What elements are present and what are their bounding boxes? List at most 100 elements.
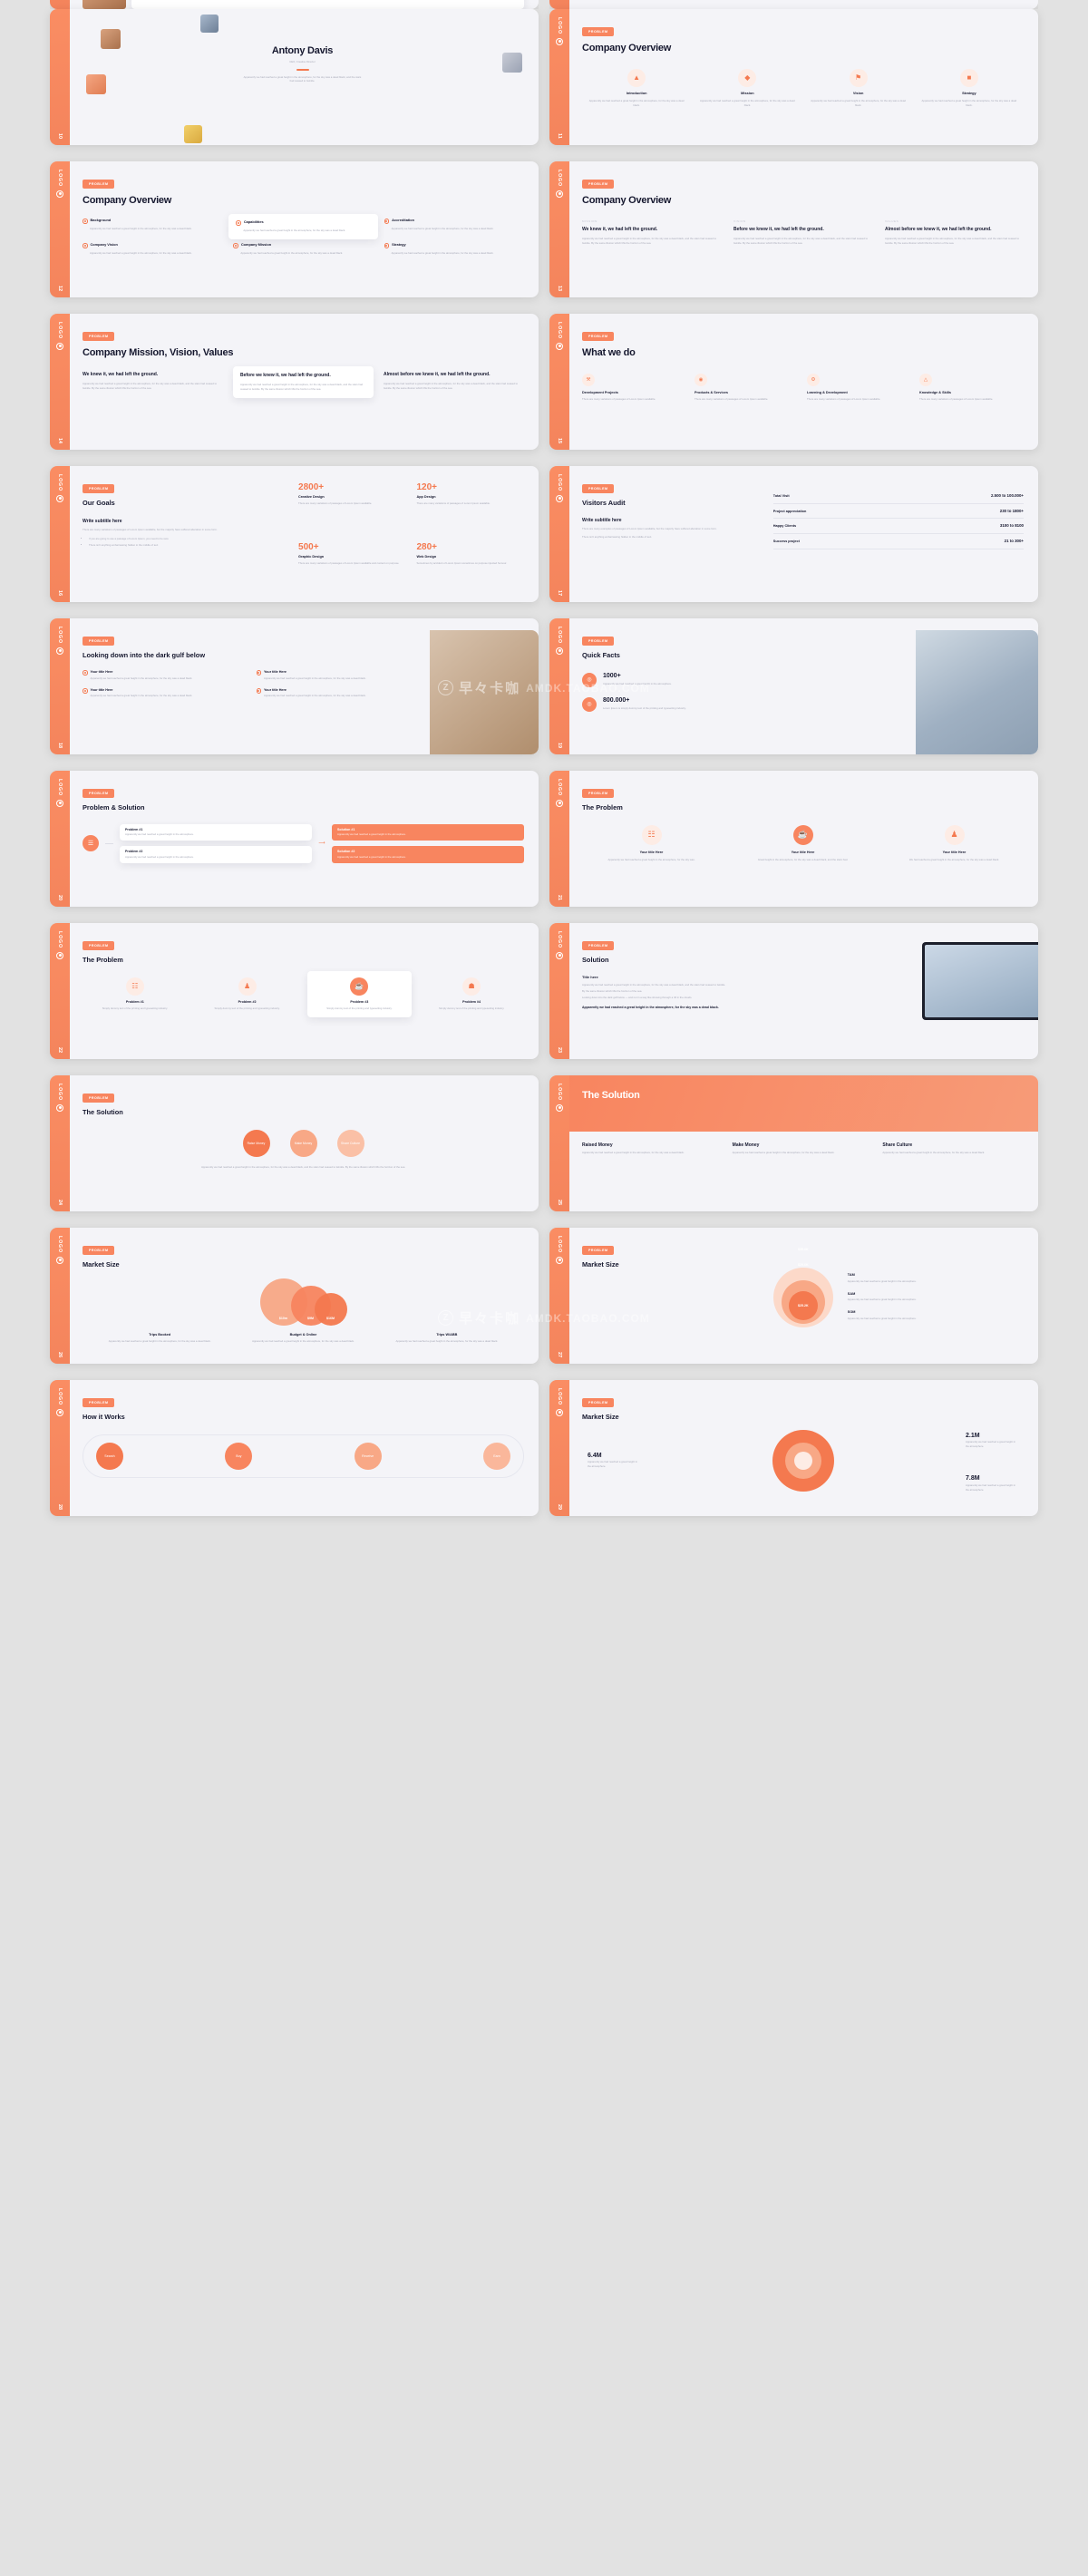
- slide[interactable]: LOGO 15 PROBLEM What we do ⚒ Development …: [549, 314, 1038, 450]
- overview-item[interactable]: ◆ Mission Apparently we had reached a gr…: [696, 68, 798, 108]
- logo-mark-icon: [56, 1256, 63, 1264]
- radial-chart[interactable]: 2.1M Apparently we had reached a great h…: [582, 1427, 1024, 1494]
- audit-row-value: 21 to 300+: [1004, 539, 1024, 544]
- problem-icon: ♟: [944, 824, 965, 845]
- feature-item[interactable]: Your title Here Apparently we had reache…: [83, 670, 248, 681]
- feature-item[interactable]: Your title Here Apparently we had reache…: [83, 688, 248, 699]
- audit-row: Total Visit 2.500 to 100.000+: [772, 489, 1024, 504]
- stat-label: Creative Design: [298, 495, 325, 499]
- solution-bubble[interactable]: Raise Money: [242, 1129, 270, 1157]
- slide[interactable]: LOGO 11 PROBLEM Company Overview ▲ Introd…: [549, 9, 1038, 145]
- problem-item[interactable]: ☕ Your title Here Great height in the at…: [733, 824, 872, 862]
- donut-chart[interactable]: $25.2K $35.6K $29.6K: [770, 1239, 837, 1355]
- slide[interactable]: LOGO 20 PROBLEM Problem & Solution ☰ Prob…: [50, 771, 539, 907]
- overview-item[interactable]: ■ Strategy Apparently we had reached a g…: [918, 68, 1020, 108]
- bullet-item[interactable]: Strategy Apparently we had reached a gre…: [384, 242, 524, 256]
- intro-icon: ▲: [627, 68, 646, 87]
- overview-item-desc: Apparently we had reached a great height…: [811, 98, 906, 107]
- logo-mark-icon: [556, 190, 563, 198]
- problem-item[interactable]: ☗ Problem #4 Simply dummy text of the pr…: [419, 977, 524, 1011]
- slide[interactable]: LOGO 28 PROBLEM How it Works Search Buy Rec…: [50, 1380, 539, 1516]
- slide-canvas: PROBLEM Market Size $10m $9M $16M Trips B…: [66, 1228, 539, 1364]
- profile-subtitle: CEO, Creative Director: [289, 59, 316, 63]
- bullet-dot-icon: [384, 219, 390, 224]
- slide-number: 11: [557, 133, 562, 139]
- bubble-value: $10m: [278, 1316, 288, 1320]
- bullet-item-highlight[interactable]: Capabilities Apparently we had reached a…: [228, 213, 378, 239]
- slide[interactable]: LOGO 25 The Solution Raised Money Appare…: [549, 1075, 1038, 1211]
- slide[interactable]: LOGO 12 PROBLEM Company Overview Backgrou…: [50, 161, 539, 297]
- feature-item[interactable]: Your title Here Apparently we had reache…: [256, 669, 422, 681]
- solution-card[interactable]: Solution #2 Apparently we had reached a …: [332, 846, 524, 863]
- vision-card[interactable]: Almost before we knew it, we had left th…: [384, 372, 524, 391]
- slide[interactable]: LOGO 16 PROBLEM Our Goals Write subtitle …: [50, 466, 539, 602]
- slide[interactable]: LOGO 23 PROBLEM Solution Title here Appar…: [549, 923, 1038, 1059]
- stat-label: Graphic Design: [298, 555, 325, 559]
- problem-item[interactable]: ☷ Your title Here Apparently we had reac…: [582, 824, 721, 862]
- column-desc: Apparently we had reached a great height…: [885, 236, 1020, 245]
- problem-item[interactable]: ♟ Your title Here We had reached a great…: [885, 824, 1024, 862]
- solution-card[interactable]: Solution #1 Apparently we had reached a …: [332, 823, 524, 841]
- slide[interactable]: LOGO 13 PROBLEM Company Overview Mission …: [549, 161, 1038, 297]
- step-item[interactable]: Buy: [225, 1442, 253, 1470]
- solution-bubble[interactable]: Share Culture: [336, 1129, 364, 1157]
- slide-number: 28: [57, 1503, 63, 1510]
- step-item[interactable]: Search: [96, 1442, 123, 1470]
- feature-item[interactable]: Your title Here Apparently we had reache…: [256, 688, 422, 699]
- slide-rail: LOGO 15: [549, 314, 569, 450]
- slide[interactable]: LOGO 17 PROBLEM Visitors Audit Write subt…: [549, 466, 1038, 602]
- step-item[interactable]: Earn: [482, 1442, 510, 1470]
- slide[interactable]: 10 Antony Davis CEO, Creative Director A…: [50, 9, 539, 145]
- logo-mark-icon: [556, 1103, 563, 1112]
- slide[interactable]: LOGO 19 PROBLEM Quick Facts ◎ 1000+ Appar…: [549, 618, 1038, 754]
- slide[interactable]: LOGO 26 PROBLEM Market Size $10m $9M $16M…: [50, 1228, 539, 1364]
- slide-title: The Problem: [83, 956, 123, 964]
- slide[interactable]: LOGO 14 PROBLEM Company Mission, Vision, …: [50, 314, 539, 450]
- stat-block: 280+ Web Design Sometimes by accident of…: [417, 543, 525, 593]
- rail-logo-text: LOGO: [557, 779, 562, 796]
- feature-label: Your title Here: [264, 669, 287, 674]
- slide[interactable]: LOGO 21 PROBLEM The Problem ☷ Your title …: [549, 771, 1038, 907]
- problem-card[interactable]: Problem #1 Apparently we had reached a g…: [120, 823, 312, 841]
- bullet-item[interactable]: Company Mission Apparently we had reache…: [233, 242, 373, 256]
- overview-item[interactable]: ▲ Introduction Apparently we had reached…: [586, 68, 687, 108]
- problem-card[interactable]: Problem #2 Apparently we had reached a g…: [120, 846, 312, 863]
- bubble-group[interactable]: $16M: [314, 1292, 347, 1326]
- service-desc: There are many variations of passages of…: [582, 397, 656, 402]
- slide[interactable]: LOGO 24 PROBLEM The Solution Raise Money M…: [50, 1075, 539, 1211]
- service-item[interactable]: ◉ Products & Services There are many var…: [695, 373, 799, 403]
- bullet-item[interactable]: Company Vision Apparently we had reached…: [83, 242, 222, 256]
- bullet-dot-icon: [83, 670, 88, 676]
- vision-card[interactable]: Before we knew it, we had left the groun…: [233, 365, 374, 398]
- service-item[interactable]: ⚒ Development Projects There are many va…: [582, 373, 686, 403]
- bullet-item[interactable]: Background Apparently we had reached a g…: [83, 218, 222, 235]
- solution-bullet: By the same illusion which lifts the hor…: [582, 988, 643, 993]
- bullet-item[interactable]: Accreditation Apparently we had reached …: [384, 218, 524, 235]
- solution-bubble[interactable]: Make Money: [289, 1129, 317, 1157]
- problem-item[interactable]: ♟ Problem #2 Simply dummy text of the pr…: [195, 977, 300, 1011]
- service-label: Development Projects: [582, 390, 618, 394]
- slide-number: 15: [557, 437, 562, 443]
- vision-card[interactable]: We knew it, we had left the ground. Appa…: [83, 372, 223, 391]
- slide[interactable]: LOGO 18 PROBLEM Looking down into the dar…: [50, 618, 539, 754]
- slide-card: [131, 0, 524, 9]
- problem-item[interactable]: ☕ Problem #3 Simply dummy text of the pr…: [306, 970, 413, 1017]
- column-heading: Before we knew it, we had left the groun…: [733, 226, 824, 232]
- slide[interactable]: LOGO 22 PROBLEM The Problem ☷ Problem #1 …: [50, 923, 539, 1059]
- overview-item[interactable]: ⚑ Vision Apparently we had reached a gre…: [808, 68, 909, 108]
- rail-logo-text: LOGO: [57, 779, 63, 796]
- slide[interactable]: LOGO 27 PROBLEM Market Size $25.2K $35.6K…: [549, 1228, 1038, 1364]
- service-item[interactable]: △ Knowledge & Skills There are many vari…: [919, 373, 1024, 403]
- rail-logo-text: LOGO: [57, 170, 63, 187]
- audit-row-label: Total Visit: [772, 494, 790, 498]
- problem-item[interactable]: ☷ Problem #1 Simply dummy text of the pr…: [83, 977, 188, 1011]
- bubble-legend-item: Trips W/ABB Apparently we had reached a …: [381, 1333, 513, 1344]
- problem-icon: ☕: [350, 977, 369, 996]
- slide[interactable]: LOGO 29 PROBLEM Market Size 2.1M Apparent…: [549, 1380, 1038, 1516]
- service-desc: There are many variations of passages of…: [695, 397, 769, 402]
- legend-label: Trips W/ABB: [436, 1332, 458, 1337]
- audit-row: Project appreciation 230 to 1800+: [772, 504, 1024, 520]
- slide-number: 12: [57, 285, 63, 291]
- step-item[interactable]: Receive: [354, 1442, 382, 1470]
- service-item[interactable]: ⚙ Learning & Development There are many …: [807, 373, 911, 403]
